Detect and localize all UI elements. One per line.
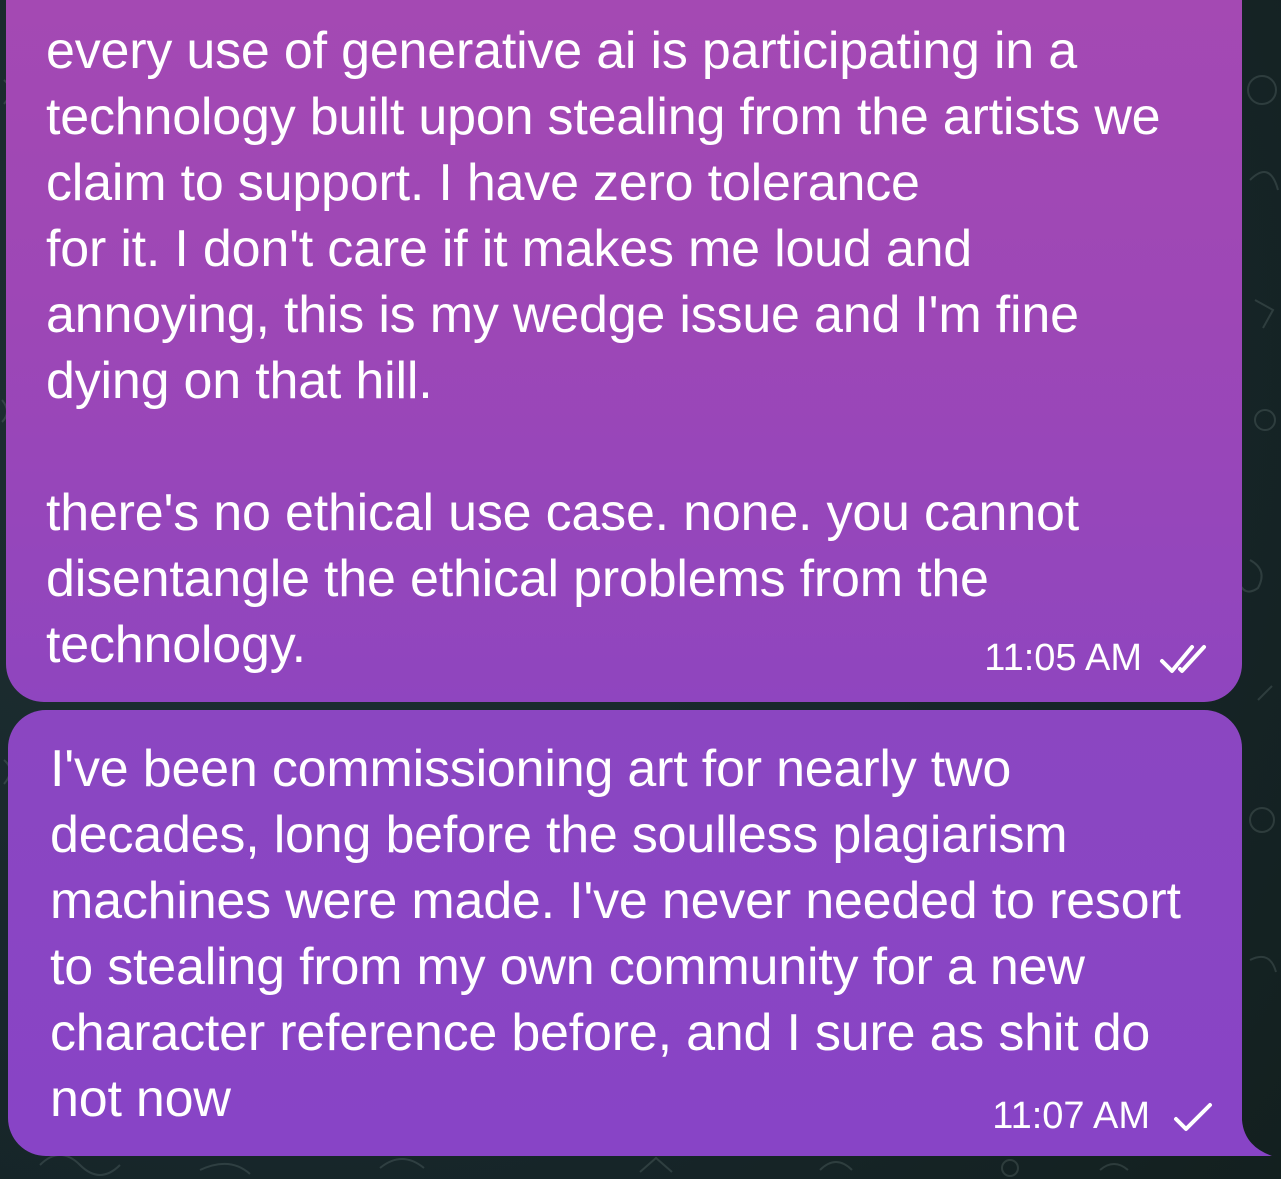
message-bubble-2[interactable]: I've been commissioning art for nearly t… <box>8 710 1242 1156</box>
double-check-icon <box>1158 641 1218 677</box>
message-meta: 11:05 AM <box>984 637 1218 680</box>
message-text: every use of generative ai is participat… <box>46 22 1161 674</box>
single-check-icon <box>1166 1099 1218 1135</box>
bubble-tail <box>1228 1120 1272 1156</box>
message-bubble-1[interactable]: every use of generative ai is participat… <box>6 0 1242 702</box>
message-time: 11:07 AM <box>992 1095 1150 1137</box>
message-meta: 11:07 AM <box>992 1095 1218 1138</box>
message-text: I've been commissioning art for nearly t… <box>50 740 1195 1128</box>
message-time: 11:05 AM <box>984 637 1142 679</box>
